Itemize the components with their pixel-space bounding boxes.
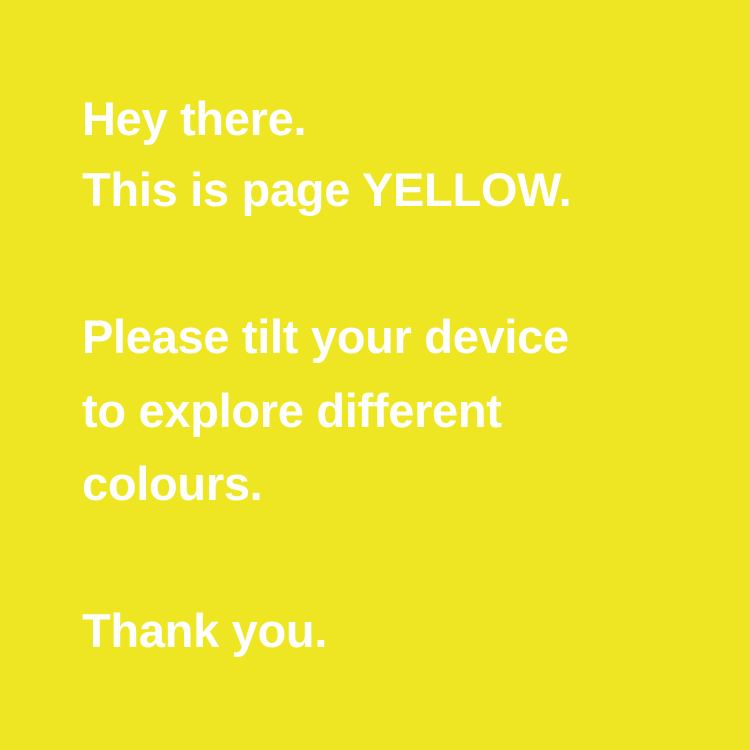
yellow-page: Hey there. This is page YELLOW. Please t…: [0, 0, 750, 750]
instruction-line-3: colours.: [82, 457, 263, 510]
instruction-line-1: Please tilt your device: [82, 310, 569, 363]
instruction-line-2: to explore different: [82, 384, 502, 437]
greeting-line-1: Hey there.: [82, 92, 307, 145]
closing-message: Thank you.: [82, 604, 328, 657]
greeting-line-2: This is page YELLOW.: [82, 163, 572, 216]
